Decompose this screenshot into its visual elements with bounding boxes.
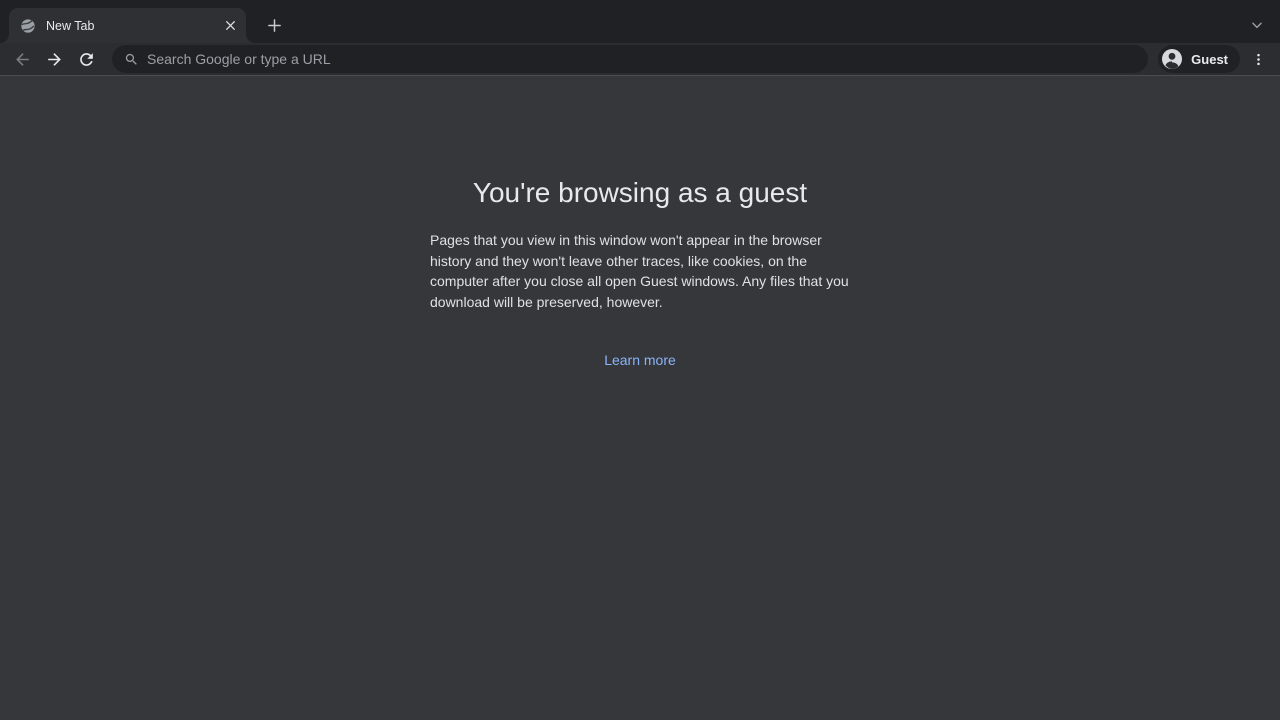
guest-description: Pages that you view in this window won't… <box>430 230 850 312</box>
back-arrow-icon <box>13 50 32 69</box>
search-icon <box>124 52 139 67</box>
globe-icon <box>20 18 36 34</box>
browser-menu-button[interactable] <box>1244 45 1272 73</box>
guest-description-line: history and they won't leave other trace… <box>430 251 850 272</box>
guest-description-line: computer after you close all open Guest … <box>430 271 850 292</box>
tab-close-icon[interactable] <box>220 16 240 36</box>
forward-button[interactable] <box>40 45 68 73</box>
reload-icon <box>77 50 96 69</box>
guest-description-line: Pages that you view in this window won't… <box>430 230 850 251</box>
page-title: You're browsing as a guest <box>0 76 1280 209</box>
forward-arrow-icon <box>45 50 64 69</box>
omnibox[interactable] <box>112 45 1148 73</box>
tab-search-button[interactable] <box>1245 13 1269 37</box>
back-button[interactable] <box>8 45 36 73</box>
tab-title: New Tab <box>46 19 220 33</box>
omnibox-input[interactable] <box>147 51 1136 67</box>
guest-avatar-icon <box>1160 47 1184 71</box>
guest-new-tab-page: You're browsing as a guest Pages that yo… <box>0 76 1280 719</box>
reload-button[interactable] <box>72 45 100 73</box>
guest-profile-button[interactable]: Guest <box>1158 45 1240 73</box>
browser-toolbar: Guest <box>0 43 1280 76</box>
kebab-menu-icon <box>1251 52 1266 67</box>
tab-new-tab[interactable]: New Tab <box>9 8 246 43</box>
guest-description-line: download will be preserved, however. <box>430 292 850 313</box>
new-tab-button[interactable] <box>260 11 288 39</box>
plus-icon <box>267 18 282 33</box>
chevron-down-icon <box>1250 18 1264 32</box>
guest-profile-label: Guest <box>1191 52 1228 67</box>
learn-more-link[interactable]: Learn more <box>604 352 676 368</box>
tab-strip: New Tab <box>0 0 1280 43</box>
